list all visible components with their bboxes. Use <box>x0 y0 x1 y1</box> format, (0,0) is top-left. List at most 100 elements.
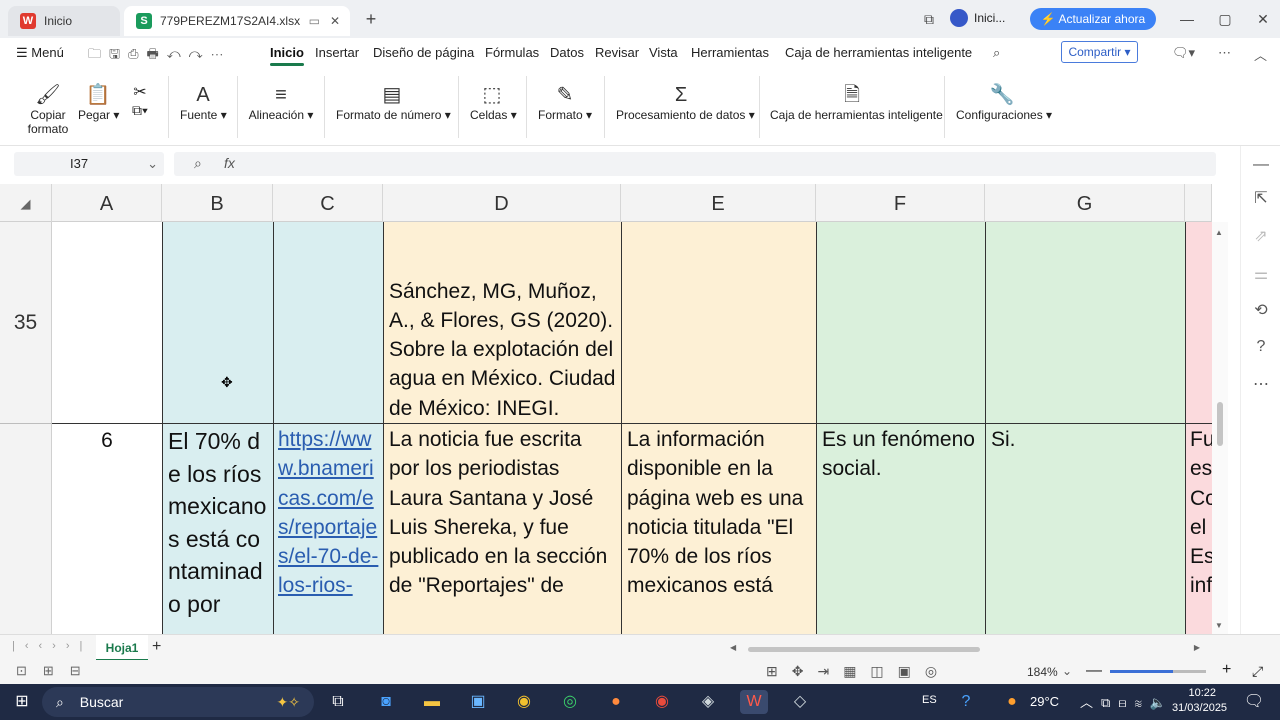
column-header-h[interactable] <box>1185 184 1212 222</box>
zoom-slider[interactable] <box>1110 670 1206 673</box>
view-mode-icons[interactable]: ⊞✥⇥▦◫▣◎ <box>766 663 951 680</box>
pointer-icon[interactable]: ⇱ <box>1251 188 1271 208</box>
column-header-c[interactable]: C <box>273 184 383 222</box>
tray-icons[interactable]: ︿⧉⊟≋🔈 <box>1080 692 1174 711</box>
temperature[interactable]: 29°C <box>1030 694 1059 709</box>
windows-start-icon[interactable]: ⊞ <box>8 690 36 714</box>
minimize-button[interactable]: — <box>1174 8 1200 30</box>
chrome-icon[interactable]: ◉ <box>510 690 538 714</box>
zoom-level[interactable]: 184% <box>1027 665 1058 679</box>
weather-icon[interactable]: ● <box>998 690 1026 714</box>
outlook-icon[interactable]: ◙ <box>372 690 400 714</box>
more-options-icon[interactable]: ⋯ <box>1251 374 1271 394</box>
paste-button[interactable]: 📋 Pegar ▾ <box>78 82 119 122</box>
column-header-b[interactable]: B <box>162 184 273 222</box>
window-restore-icon[interactable]: ▭ <box>309 14 320 28</box>
chevron-down-icon[interactable]: ⌄ <box>147 152 158 176</box>
cell-c35[interactable] <box>273 222 383 424</box>
zoom-in-button[interactable]: + <box>1222 661 1231 679</box>
cell-b36[interactable]: El 70% de los ríos mexicanos está contam… <box>162 424 273 634</box>
scroll-right-icon[interactable]: ▶ <box>1194 643 1200 652</box>
scroll-thumb[interactable] <box>1217 402 1223 446</box>
search-icon[interactable]: ⌕ <box>993 45 1000 61</box>
settings-button[interactable]: 🔧 Configuraciones ▾ <box>956 82 1052 122</box>
column-header-a[interactable]: A <box>52 184 162 222</box>
name-box[interactable]: I37 ⌄ <box>14 152 164 176</box>
taskbar-search[interactable]: ⌕ Buscar ✦✧ <box>42 687 314 717</box>
cell-f35[interactable] <box>816 222 985 424</box>
cell-h36[interactable]: Fu es Co el Es inf <box>1185 424 1212 634</box>
share-button[interactable]: Compartir ▾ <box>1061 41 1138 63</box>
more-icon[interactable]: ⋯ <box>1218 45 1231 61</box>
row-number-36[interactable] <box>0 424 52 634</box>
fullscreen-icon[interactable]: ⤢ <box>1252 663 1263 680</box>
cell-g35[interactable] <box>985 222 1185 424</box>
scroll-up-icon[interactable]: ▲ <box>1215 228 1223 237</box>
vertical-scrollbar[interactable]: ▲ ▼ <box>1212 222 1228 634</box>
collapse-ribbon-icon[interactable]: ︿ <box>1254 45 1267 64</box>
zoom-search-icon[interactable]: ⌕ <box>194 155 202 172</box>
tab-close-icon[interactable]: ✕ <box>330 14 340 28</box>
format-button[interactable]: ✎ Formato ▾ <box>538 82 592 122</box>
menu-vista[interactable]: Vista <box>649 45 678 60</box>
scroll-down-icon[interactable]: ▼ <box>1215 621 1223 630</box>
file-explorer-icon[interactable]: ▬ <box>418 690 446 714</box>
cell-c36[interactable]: https://www.bnamericas.com/es/reportajes… <box>273 424 383 634</box>
menu-inicio[interactable]: Inicio <box>270 45 304 66</box>
column-header-g[interactable]: G <box>985 184 1185 222</box>
export-icon[interactable]: ⇗ <box>1251 226 1271 246</box>
copy-format-button[interactable]: 🖌 Copiar formato <box>24 82 72 136</box>
menu-diseno-pagina[interactable]: Diseño de página <box>373 45 474 60</box>
menu-herramientas[interactable]: Herramientas <box>691 45 769 60</box>
help-tray-icon[interactable]: ? <box>952 690 980 714</box>
cell-e35[interactable] <box>621 222 816 424</box>
data-processing-button[interactable]: Σ Procesamiento de datos ▾ <box>616 82 755 122</box>
app2-icon[interactable]: ◇ <box>786 690 814 714</box>
cell-h35[interactable] <box>1185 222 1212 424</box>
main-menu-button[interactable]: ☰ Menú <box>16 45 64 61</box>
cell-f36[interactable]: Es un fenómeno social. <box>816 424 985 634</box>
whatsapp-icon[interactable]: ◎ <box>556 690 584 714</box>
font-button[interactable]: A Fuente ▾ <box>180 82 227 122</box>
horizontal-scroll-thumb[interactable] <box>748 647 980 652</box>
sheet-nav-arrows[interactable]: |‹‹››| <box>12 640 92 652</box>
comment-icon[interactable]: 🗨▾ <box>1172 45 1195 61</box>
notification-icon[interactable]: 🗨 <box>1240 690 1268 714</box>
store-icon[interactable]: ▣ <box>464 690 492 714</box>
select-all-corner[interactable]: ◢ <box>0 184 52 222</box>
cell-a36[interactable]: 6 <box>52 424 162 634</box>
cell-a35[interactable] <box>52 222 162 424</box>
wps-taskbar-icon[interactable]: W <box>740 690 768 714</box>
task-view-icon[interactable]: ⧉ <box>324 690 352 714</box>
history-icon[interactable]: ⟲ <box>1251 300 1271 320</box>
upgrade-button[interactable]: ⚡ Actualizar ahora <box>1030 8 1156 30</box>
sheet-tab-hoja1[interactable]: Hoja1 <box>96 635 148 661</box>
column-header-d[interactable]: D <box>383 184 621 222</box>
column-header-f[interactable]: F <box>816 184 985 222</box>
tab-file[interactable]: S 779PEREZM17S2AI4.xlsx ▭ ✕ <box>124 6 350 36</box>
app-icon[interactable]: ◈ <box>694 690 722 714</box>
close-window-button[interactable]: ✕ <box>1250 8 1276 30</box>
cell-e36[interactable]: La información disponible en la página w… <box>621 424 816 634</box>
number-format-button[interactable]: ▤ Formato de número ▾ <box>336 82 451 122</box>
language-indicator[interactable]: ES <box>922 694 937 706</box>
row-number-35[interactable]: 35 <box>0 222 52 424</box>
zoom-out-button[interactable]: — <box>1086 662 1102 680</box>
menu-caja-herramientas[interactable]: Caja de herramientas inteligente <box>785 45 972 60</box>
filter-settings-icon[interactable]: ⚌ <box>1251 264 1271 284</box>
quick-access-icons[interactable]: 🗀🖫⎙🖶↶↷⋯ <box>88 45 232 67</box>
menu-insertar[interactable]: Insertar <box>315 45 359 60</box>
menu-formulas[interactable]: Fórmulas <box>485 45 539 60</box>
formula-input[interactable]: ⌕ fx <box>174 152 1216 176</box>
chrome-alt-icon[interactable]: ◉ <box>648 690 676 714</box>
horizontal-scrollbar[interactable]: ◀ ▶ <box>730 643 1200 653</box>
column-header-e[interactable]: E <box>621 184 816 222</box>
tab-list-icon[interactable]: ⧉ <box>916 8 942 30</box>
cell-b35[interactable] <box>162 222 273 424</box>
menu-revisar[interactable]: Revisar <box>595 45 639 60</box>
url-link[interactable]: https://www.bnamericas.com/es/reportajes… <box>278 428 378 597</box>
minus-icon[interactable]: — <box>1251 156 1271 176</box>
scroll-left-icon[interactable]: ◀ <box>730 643 736 652</box>
help-icon[interactable]: ? <box>1251 338 1271 358</box>
zoom-dropdown-icon[interactable]: ⌄ <box>1062 664 1072 678</box>
